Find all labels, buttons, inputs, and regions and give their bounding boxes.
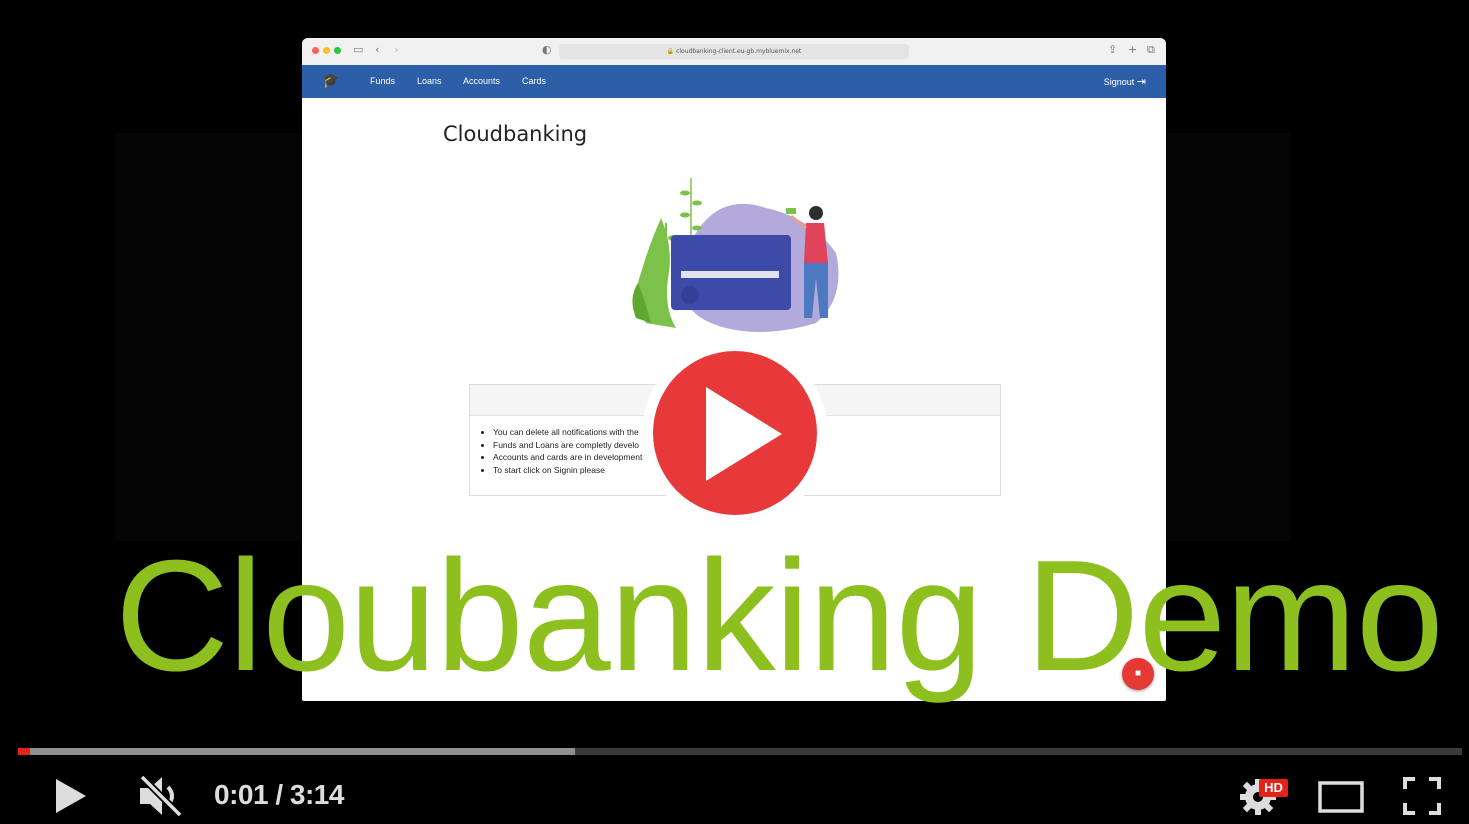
maximize-window-icon[interactable] <box>334 47 341 54</box>
close-window-icon[interactable] <box>312 47 319 54</box>
address-bar[interactable]: 🔒 cloudbanking-client.eu-gb.mybluemix.ne… <box>559 44 909 59</box>
time-display: 0:01 / 3:14 <box>214 779 344 810</box>
progress-bar[interactable] <box>18 748 1462 755</box>
new-tab-icon[interactable]: + <box>1128 43 1137 56</box>
minimize-window-icon[interactable] <box>323 47 330 54</box>
signout-label: Signout <box>1103 77 1135 87</box>
hd-badge: HD <box>1259 779 1288 797</box>
signout-button[interactable]: Signout ⇥ <box>1104 75 1146 88</box>
buffered-fill <box>18 748 576 755</box>
share-icon[interactable]: ⇪ <box>1108 43 1117 56</box>
graduation-cap-icon[interactable]: 🎓 <box>322 73 339 89</box>
play-icon <box>706 387 782 481</box>
signout-icon: ⇥ <box>1136 76 1146 88</box>
back-icon[interactable]: ‹ <box>375 43 379 56</box>
played-fill <box>18 748 30 755</box>
page-title: Cloudbanking <box>443 122 588 146</box>
big-play-button[interactable] <box>642 340 828 526</box>
video-player[interactable]: ▭ ‹ › ◐ 🔒 cloudbanking-client.eu-gb.mybl… <box>0 0 1469 824</box>
browser-toolbar: ▭ ‹ › ◐ 🔒 cloudbanking-client.eu-gb.mybl… <box>302 38 1166 66</box>
sidebar-icon[interactable]: ▭ <box>353 43 363 56</box>
url-text: cloudbanking-client.eu-gb.mybluemix.net <box>676 48 802 55</box>
nav-link-cards[interactable]: Cards <box>522 76 546 86</box>
nav-link-loans[interactable]: Loans <box>417 76 442 86</box>
muted-speaker-icon[interactable] <box>138 773 184 819</box>
banking-illustration <box>632 178 839 332</box>
nav-link-accounts[interactable]: Accounts <box>463 76 500 86</box>
tabs-overview-icon[interactable]: ⧉ <box>1147 43 1155 57</box>
play-icon[interactable] <box>52 777 90 815</box>
fullscreen-icon[interactable] <box>1403 777 1441 815</box>
video-overlay-title: Cloubanking Demo <box>115 528 1444 704</box>
shield-icon: ◐ <box>542 43 552 56</box>
forward-icon[interactable]: › <box>394 43 398 56</box>
nav-link-funds[interactable]: Funds <box>370 76 395 86</box>
app-navbar: 🎓 Funds Loans Accounts Cards Signout ⇥ <box>302 65 1166 98</box>
theater-mode-icon[interactable] <box>1318 781 1364 813</box>
